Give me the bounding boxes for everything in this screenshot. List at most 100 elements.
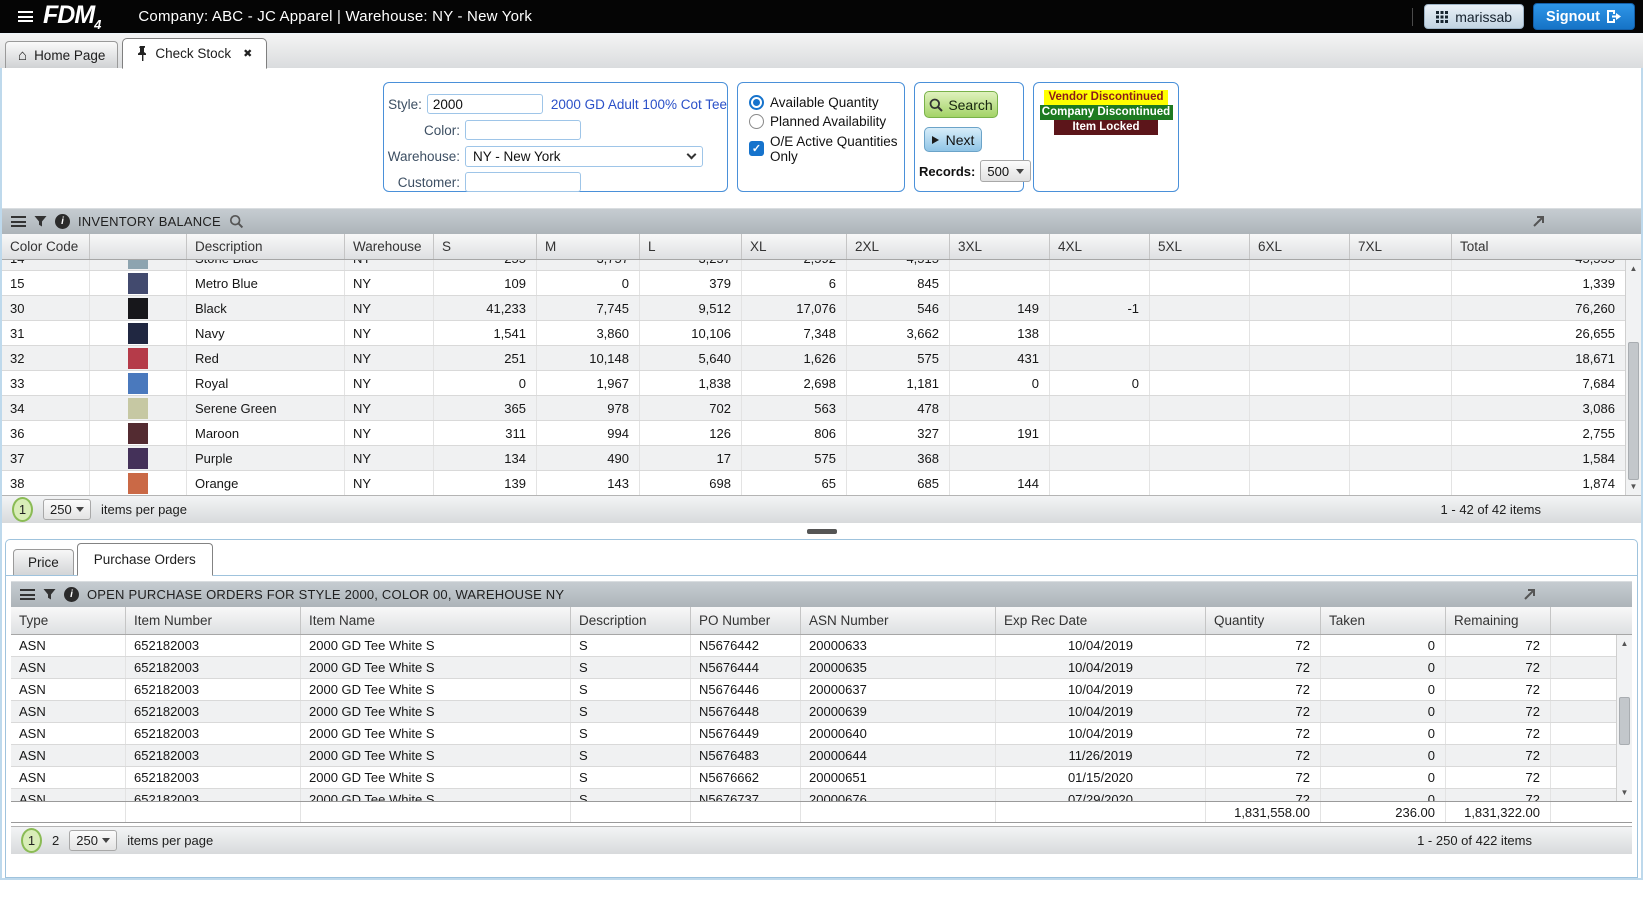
radio-available-quantity[interactable]: Available Quantity (749, 93, 904, 112)
inventory-row[interactable]: 15Metro BlueNY109037968451,339 (2, 271, 1625, 296)
tab-check-stock[interactable]: Check Stock ✖ (122, 38, 267, 69)
po-row[interactable]: ASN6521820032000 GD Tee White SSN5676444… (11, 657, 1616, 679)
color-swatch (128, 373, 148, 394)
page-1-button[interactable]: 1 (12, 497, 33, 522)
inventory-row[interactable]: 37PurpleNY134490175753681,584 (2, 446, 1625, 471)
tab-price[interactable]: Price (13, 549, 74, 575)
items-per-page-select[interactable]: 250 (43, 499, 91, 520)
style-input[interactable] (427, 94, 543, 114)
checkbox-oe-active[interactable]: O/E Active Quantities Only (749, 139, 904, 158)
inventory-row[interactable]: 30BlackNY41,2337,7459,51217,076546149-17… (2, 296, 1625, 321)
tab-home-page[interactable]: ⌂ Home Page (5, 41, 118, 68)
scroll-thumb[interactable] (1628, 342, 1639, 480)
filter-icon[interactable] (34, 215, 47, 228)
inventory-row[interactable]: 36MaroonNY3119941268063271912,755 (2, 421, 1625, 446)
warehouse-label: Warehouse: (384, 149, 460, 164)
col-description[interactable]: Description (187, 234, 345, 259)
inventory-row[interactable]: 31NavyNY1,5413,86010,1067,3483,66213826,… (2, 321, 1625, 346)
username-label: marissab (1455, 9, 1512, 25)
po-row[interactable]: ASN6521820032000 GD Tee White SSN5676483… (11, 745, 1616, 767)
filter-icon[interactable] (43, 588, 56, 601)
caret-down-icon (1016, 169, 1024, 174)
inventory-row[interactable]: 33RoyalNY01,9671,8382,6981,181007,684 (2, 371, 1625, 396)
legend-company-discontinued: Company Discontinued (1040, 105, 1173, 120)
col-po-number[interactable]: PO Number (691, 607, 801, 634)
col-item-number[interactable]: Item Number (126, 607, 301, 634)
panel-splitter[interactable] (2, 523, 1641, 539)
col-swatch[interactable] (90, 234, 187, 259)
col-2xl[interactable]: 2XL (847, 234, 950, 259)
col-s[interactable]: S (434, 234, 537, 259)
col-remaining[interactable]: Remaining (1446, 607, 1551, 634)
scroll-up-icon[interactable]: ▲ (1626, 261, 1641, 276)
expand-icon[interactable] (1523, 588, 1536, 601)
col-4xl[interactable]: 4XL (1050, 234, 1150, 259)
col-warehouse[interactable]: Warehouse (345, 234, 434, 259)
col-3xl[interactable]: 3XL (950, 234, 1050, 259)
po-row[interactable]: ASN6521820032000 GD Tee White SSN5676662… (11, 767, 1616, 789)
col-quantity[interactable]: Quantity (1206, 607, 1321, 634)
col-asn-number[interactable]: ASN Number (801, 607, 996, 634)
inventory-scrollbar[interactable]: ▲ ▼ (1625, 260, 1641, 495)
items-per-page-select[interactable]: 250 (69, 830, 117, 851)
col-taken[interactable]: Taken (1321, 607, 1446, 634)
expand-icon[interactable] (1532, 215, 1545, 228)
scroll-down-icon[interactable]: ▼ (1626, 479, 1641, 494)
color-swatch (128, 398, 148, 419)
inventory-row[interactable]: 32RedNY25110,1485,6401,62657543118,671 (2, 346, 1625, 371)
col-l[interactable]: L (640, 234, 742, 259)
scroll-down-icon[interactable]: ▼ (1617, 785, 1632, 800)
po-row[interactable]: ASN6521820032000 GD Tee White SSN5676442… (11, 635, 1616, 657)
status-legend-panel: Vendor Discontinued Company Discontinued… (1033, 82, 1179, 192)
fdm4-logo: FDM4 (43, 1, 100, 32)
splitter-handle-icon[interactable] (807, 529, 837, 534)
inventory-row[interactable]: 34Serene GreenNY3659787025634783,086 (2, 396, 1625, 421)
customer-input[interactable] (465, 172, 581, 192)
menu-icon[interactable] (18, 11, 33, 22)
checkbox-icon (749, 141, 764, 156)
signout-icon (1607, 10, 1622, 23)
po-scrollbar[interactable]: ▲ ▼ (1616, 635, 1632, 801)
user-menu-button[interactable]: marissab (1424, 4, 1524, 29)
po-row[interactable]: ASN6521820032000 GD Tee White SSN5676737… (11, 789, 1616, 801)
col-6xl[interactable]: 6XL (1250, 234, 1350, 259)
page-1-button[interactable]: 1 (21, 828, 42, 853)
col-description[interactable]: Description (571, 607, 691, 634)
inventory-row[interactable]: 38OrangeNY139143698656851441,874 (2, 471, 1625, 495)
tab-purchase-orders[interactable]: Purchase Orders (77, 543, 213, 576)
radio-planned-availability[interactable]: Planned Availability (749, 112, 904, 131)
scroll-thumb[interactable] (1619, 697, 1630, 745)
col-color-code[interactable]: Color Code (2, 234, 90, 259)
page-2-button[interactable]: 2 (52, 833, 59, 848)
warehouse-select[interactable]: NY - New York (465, 146, 703, 167)
scroll-up-icon[interactable]: ▲ (1617, 636, 1632, 651)
color-swatch (128, 473, 148, 494)
col-filler (1551, 607, 1632, 634)
grid-menu-icon[interactable] (11, 216, 26, 227)
info-icon[interactable]: i (55, 214, 70, 229)
info-icon[interactable]: i (64, 587, 79, 602)
col-exp-rec-date[interactable]: Exp Rec Date (996, 607, 1206, 634)
col-item-name[interactable]: Item Name (301, 607, 571, 634)
col-total[interactable]: Total (1452, 234, 1641, 259)
po-row[interactable]: ASN6521820032000 GD Tee White SSN5676448… (11, 701, 1616, 723)
records-select[interactable]: 500 (980, 160, 1031, 182)
style-description-link[interactable]: 2000 GD Adult 100% Cot Tee (551, 97, 727, 112)
col-7xl[interactable]: 7XL (1350, 234, 1452, 259)
signout-button[interactable]: Signout (1533, 3, 1635, 30)
next-button[interactable]: Next (924, 127, 982, 152)
style-label: Style: (384, 97, 422, 112)
po-row[interactable]: ASN6521820032000 GD Tee White SSN5676449… (11, 723, 1616, 745)
grid-search-icon[interactable] (229, 214, 244, 229)
col-type[interactable]: Type (11, 607, 126, 634)
search-button[interactable]: Search (924, 91, 998, 118)
po-row[interactable]: ASN6521820032000 GD Tee White SSN5676446… (11, 679, 1616, 701)
col-xl[interactable]: XL (742, 234, 847, 259)
close-tab-icon[interactable]: ✖ (243, 47, 252, 60)
grid-menu-icon[interactable] (20, 589, 35, 600)
col-5xl[interactable]: 5XL (1150, 234, 1250, 259)
color-input[interactable] (465, 120, 581, 140)
col-m[interactable]: M (537, 234, 640, 259)
customer-label: Customer: (384, 175, 460, 190)
inventory-row[interactable]: 14Stone BlueNY2553,7573,2572,5924,51545,… (2, 260, 1625, 271)
